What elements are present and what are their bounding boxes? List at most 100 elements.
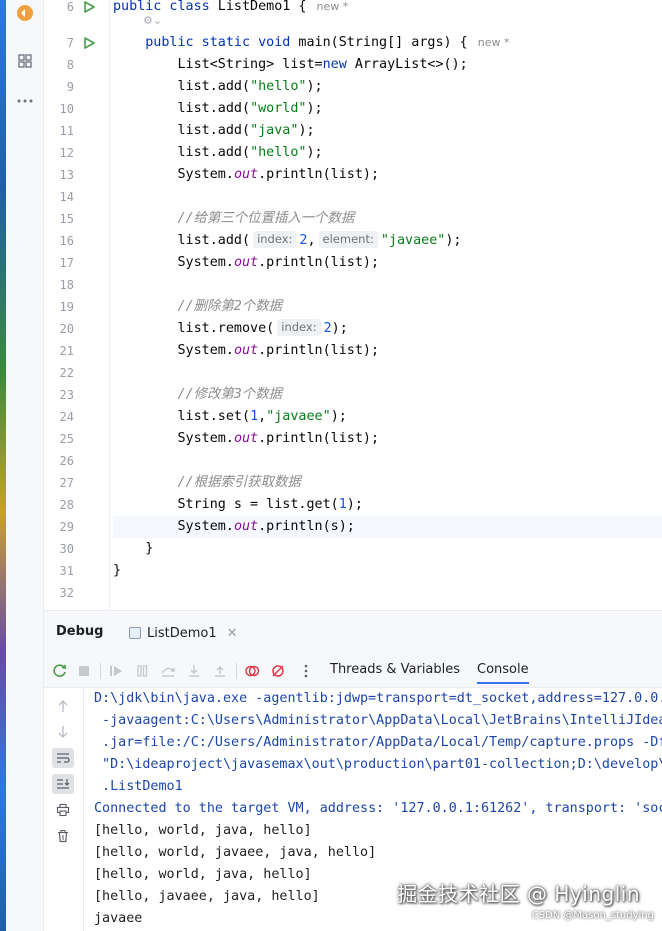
code-comment: //给第三个位置插入一个数据 bbox=[177, 211, 355, 226]
console-line: [hello, javaee, java, hello] bbox=[94, 889, 320, 904]
line-number: 13 bbox=[59, 168, 74, 182]
param-hint: index: bbox=[253, 231, 297, 248]
console-line: .jar=file:/C:/Users/Administrator/AppDat… bbox=[94, 735, 662, 750]
arrow-up-icon[interactable] bbox=[52, 696, 74, 716]
pause-icon[interactable] bbox=[132, 661, 152, 681]
stop-icon[interactable] bbox=[74, 661, 94, 681]
debug-title: Debug bbox=[56, 624, 104, 639]
console-line: "D:\ideaproject\javasemax\out\production… bbox=[94, 757, 662, 772]
code-line: public class ListDemo1 {new * bbox=[113, 0, 349, 14]
console-side-toolbar bbox=[44, 688, 84, 931]
arrow-down-icon[interactable] bbox=[52, 722, 74, 742]
code-line: list.add(index: 2, element: "javaee"); bbox=[113, 231, 462, 248]
code-line: //删除第2个数据 bbox=[113, 296, 662, 318]
tool-window-rail bbox=[6, 0, 44, 931]
line-number: 12 bbox=[59, 146, 74, 160]
step-into-icon[interactable] bbox=[184, 661, 204, 681]
run-class-icon[interactable] bbox=[82, 0, 96, 14]
console-line: [hello, world, javaee, java, hello] bbox=[94, 845, 377, 860]
line-number: 22 bbox=[59, 366, 74, 380]
code-line: list.add("java"); bbox=[113, 123, 315, 138]
code-comment: //根据索引获取数据 bbox=[177, 475, 301, 490]
new-tag: new * bbox=[477, 36, 510, 49]
app-logo-icon[interactable] bbox=[11, 0, 39, 26]
line-number: 6 bbox=[66, 0, 74, 14]
code-line: list.add("world"); bbox=[113, 101, 323, 116]
param-hint: element: bbox=[318, 231, 378, 248]
mute-breakpoints-icon[interactable] bbox=[268, 661, 288, 681]
structure-icon[interactable] bbox=[11, 48, 39, 74]
more-tools-icon[interactable] bbox=[11, 88, 39, 114]
line-number: 31 bbox=[59, 564, 74, 578]
scroll-to-end-icon[interactable] bbox=[52, 774, 74, 794]
code-editor[interactable]: 6 7 8 9 10 11 12 13 14 15 16 17 18 19 20… bbox=[44, 0, 662, 610]
code-line: list.set(1,"javaee"); bbox=[113, 409, 347, 424]
code-comment: //修改第3个数据 bbox=[177, 387, 283, 402]
code-line: list.remove(index: 2); bbox=[113, 319, 348, 336]
new-tag: new * bbox=[316, 0, 349, 13]
console-line: .ListDemo1 bbox=[94, 779, 183, 794]
code-area[interactable]: public class ListDemo1 {new * ⚙︎⌄ public… bbox=[113, 0, 662, 610]
line-number: 7 bbox=[66, 36, 74, 50]
line-number: 19 bbox=[59, 300, 74, 314]
line-number: 20 bbox=[59, 322, 74, 336]
debug-tool-window-header: Debug ListDemo1 ✕ bbox=[44, 610, 662, 654]
code-comment: //删除第2个数据 bbox=[177, 299, 283, 314]
line-number: 24 bbox=[59, 410, 74, 424]
more-options-icon[interactable] bbox=[296, 661, 316, 681]
line-number: 18 bbox=[59, 278, 74, 292]
code-line: list.add("hello"); bbox=[113, 145, 323, 160]
code-line: list.add("hello"); bbox=[113, 79, 323, 94]
code-line: System.out.println(list); bbox=[113, 255, 380, 270]
line-number: 32 bbox=[59, 586, 74, 600]
code-line: public static void main(String[] args) {… bbox=[113, 35, 510, 50]
inspections-hint-icon[interactable]: ⚙︎⌄ bbox=[143, 14, 162, 27]
console-line: -javaagent:C:\Users\Administrator\AppDat… bbox=[94, 713, 662, 728]
soft-wrap-icon[interactable] bbox=[52, 748, 74, 768]
watermark-text: 掘金技术社区 @ Hyinglin bbox=[397, 882, 640, 906]
line-number: 17 bbox=[59, 256, 74, 270]
code-line: } bbox=[113, 563, 122, 578]
close-icon[interactable]: ✕ bbox=[227, 626, 238, 641]
run-main-icon[interactable] bbox=[82, 36, 96, 50]
line-number: 9 bbox=[66, 80, 74, 94]
view-breakpoints-icon[interactable] bbox=[242, 661, 262, 681]
line-number: 30 bbox=[59, 542, 74, 556]
rerun-icon[interactable] bbox=[50, 661, 70, 681]
code-line: } bbox=[113, 541, 154, 556]
watermark-subtext: CSDN @Mason_studying bbox=[531, 910, 654, 921]
debug-session-tab[interactable]: ListDemo1 ✕ bbox=[129, 622, 238, 644]
line-number: 11 bbox=[59, 124, 74, 138]
console-line: Connected to the target VM, address: '12… bbox=[94, 801, 662, 816]
current-code-line: System.out.println(s); bbox=[113, 516, 662, 538]
tab-threads-variables[interactable]: Threads & Variables bbox=[330, 662, 460, 677]
file-icon bbox=[129, 627, 141, 639]
line-number: 27 bbox=[59, 476, 74, 490]
line-number: 29 bbox=[59, 520, 74, 534]
resume-icon[interactable] bbox=[106, 661, 126, 681]
line-number: 26 bbox=[59, 454, 74, 468]
line-number: 8 bbox=[66, 58, 74, 72]
debug-session-label: ListDemo1 bbox=[147, 625, 217, 641]
line-number: 14 bbox=[59, 190, 74, 204]
code-line: //修改第3个数据 bbox=[113, 384, 662, 406]
step-out-icon[interactable] bbox=[210, 661, 230, 681]
step-over-icon[interactable] bbox=[158, 661, 178, 681]
param-hint: index: bbox=[277, 319, 321, 336]
print-icon[interactable] bbox=[52, 800, 74, 820]
code-line: System.out.println(list); bbox=[113, 343, 380, 358]
code-line: System.out.println(list); bbox=[113, 167, 380, 182]
line-number: 10 bbox=[59, 102, 74, 116]
code-line: String s = list.get(1); bbox=[113, 497, 363, 512]
line-number: 16 bbox=[59, 234, 74, 248]
console-line: D:\jdk\bin\java.exe -agentlib:jdwp=trans… bbox=[94, 691, 662, 706]
code-line: //给第三个位置插入一个数据 bbox=[113, 208, 662, 230]
clear-all-icon[interactable] bbox=[52, 826, 74, 846]
line-number: 25 bbox=[59, 432, 74, 446]
code-line: List<String> list=new ArrayList<>(); bbox=[113, 57, 468, 72]
console-line: [hello, world, java, hello] bbox=[94, 867, 312, 882]
tab-console[interactable]: Console bbox=[477, 662, 529, 684]
editor-gutter: 6 7 8 9 10 11 12 13 14 15 16 17 18 19 20… bbox=[44, 0, 110, 610]
line-number: 23 bbox=[59, 388, 74, 402]
console-line: [hello, world, java, hello] bbox=[94, 823, 312, 838]
